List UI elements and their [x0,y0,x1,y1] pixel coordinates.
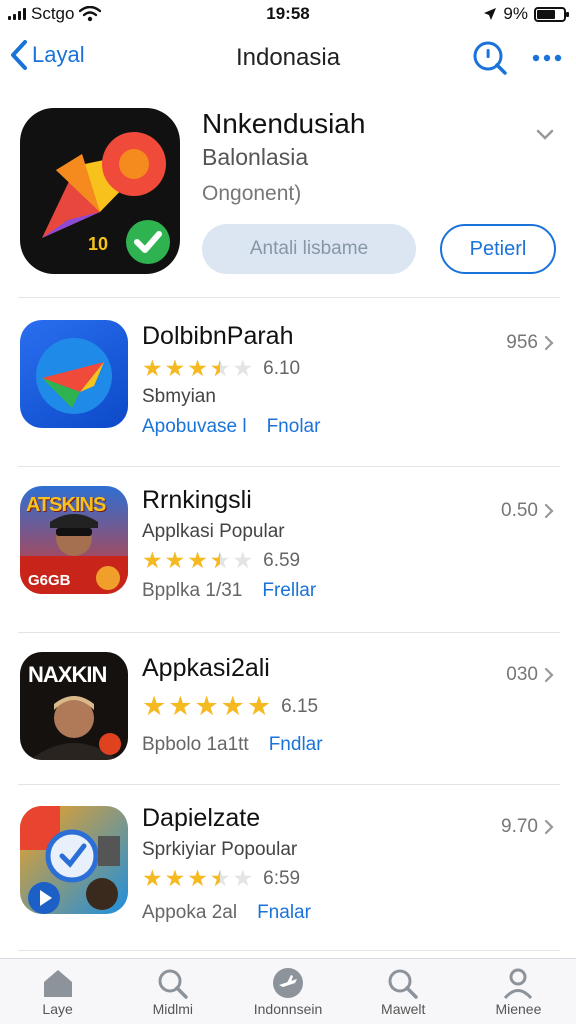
icon-title-text: NAXKIN [28,662,107,687]
navigation-bar: Layal Indonasia [0,30,576,86]
app-price: 0.50 [501,500,554,522]
price-value: 0.50 [501,500,538,521]
back-label: Layal [32,42,85,67]
person-icon [504,968,533,999]
game-portrait-icon: NAXKIN [20,652,128,760]
rating-value: 6:59 [263,867,301,889]
tab-label: Mienee [495,1001,542,1017]
tab-bar: Laye Midlmi Indonnsein Mawelt Mienee [0,958,576,1024]
get-button[interactable]: Petierl [440,224,556,274]
app-name: Rrnkingsli [142,486,252,514]
games-collage-icon [20,806,128,914]
status-bar: Sctgo 19:58 9% [0,0,576,28]
price-value: 9.70 [501,816,538,837]
app-subtitle: Sprkiyiar Popoular [142,839,298,860]
install-link[interactable]: Fndlar [269,734,323,756]
app-meta: Bpplka 1/31 [142,580,243,601]
list-item[interactable]: ATSKINS G6GB Rrnkingsli Applkasi Popular… [0,480,576,630]
chevron-right-icon [544,503,554,519]
rating-value: 6.15 [281,695,319,717]
app-meta: Appoka 2al [142,902,238,923]
star-rating: ★ ★ ★ ★ ★ [142,691,272,721]
tab-label: Indonnsein [253,1001,323,1017]
install-link[interactable]: Fnalar [257,902,311,924]
tab-label: Mawelt [381,1001,426,1017]
search-icon [158,969,188,999]
list-item[interactable]: DolbibnParah ★★★★★ 6.10 Sbmyian Apobuvas… [0,314,576,464]
app-subtitle: Applkasi Popular [142,521,285,542]
tab-profile[interactable]: Mienee [461,959,576,1024]
battery-icon [534,6,569,22]
app-price: 956 [506,332,554,354]
plane-icon [273,968,303,998]
divider [18,632,560,633]
battery-percent: 9% [503,4,528,23]
featured-app-developer: Ongonent) [202,182,302,205]
search-button[interactable] [472,40,508,76]
app-meta: Bpbolo 1a1tt [142,734,249,755]
more-dots-icon [532,54,562,62]
price-value: 956 [506,332,538,353]
featured-app-name: Nnkendusiah [202,108,366,139]
search-icon [473,41,507,75]
icon-title-text: ATSKINS [26,494,106,516]
tab-search[interactable]: Midlmi [115,959,230,1024]
home-icon [43,970,72,997]
install-link[interactable]: Frellar [262,580,316,602]
search-icon [388,969,418,999]
featured-app: 10 Nnkendusiah Balonlasia Ongonent) Anta… [0,98,576,296]
divider [18,297,560,298]
star-rating: ★ ★ ★ ★ ★ [142,357,253,381]
app-name: DolbibnParah [142,322,294,350]
chevron-right-icon [544,335,554,351]
list-item[interactable]: NAXKIN Appkasi2ali ★ ★ ★ ★ ★ 6.15 Bpbolo 1a1… [0,644,576,794]
price-value: 030 [506,664,538,685]
app-price: 030 [506,664,554,686]
star-rating: ★ ★ ★ ★ ★ [142,867,253,891]
divider [18,950,560,951]
app-subtitle: Sbmyian [142,386,216,407]
tab-indonesia[interactable]: Indonnsein [230,959,345,1024]
location-arrow-icon [484,8,497,20]
back-button[interactable]: Layal [10,40,85,70]
star-rating: ★ ★ ★ ★ ★ [142,549,253,573]
tab-home[interactable]: Laye [0,959,115,1024]
app-name: Appkasi2ali [142,654,270,682]
tab-label: Laye [42,1001,73,1017]
divider [18,784,560,785]
featured-app-subtitle: Balonlasia [202,144,309,170]
tab-label: Midlmi [152,1001,194,1017]
arrow-logo-icon [20,320,128,428]
secondary-action-button[interactable]: Antali lisbame [202,224,416,274]
chevron-right-icon [544,667,554,683]
app-category[interactable]: Apobuvase l [142,416,247,438]
more-button[interactable] [532,53,562,63]
list-item[interactable]: Dapielzate Sprkiyiar Popoular ★★★★★ 6:59… [0,798,576,948]
rating-value: 6.59 [263,549,301,571]
chevron-right-icon [544,819,554,835]
game-character-icon: ATSKINS G6GB [20,486,128,594]
chevron-down-icon[interactable] [536,128,554,146]
rating-value: 6.10 [263,357,301,379]
app-name: Dapielzate [142,804,261,832]
app-price: 9.70 [501,816,554,838]
featured-app-icon[interactable]: 10 [20,108,180,274]
tab-explore[interactable]: Mawelt [346,959,461,1024]
install-link[interactable]: Fnolar [267,416,321,438]
chevron-left-icon [11,40,27,70]
divider [18,466,560,467]
featured-icon-badge: 10 [88,234,109,254]
icon-caption-text: G6GB [28,572,71,589]
